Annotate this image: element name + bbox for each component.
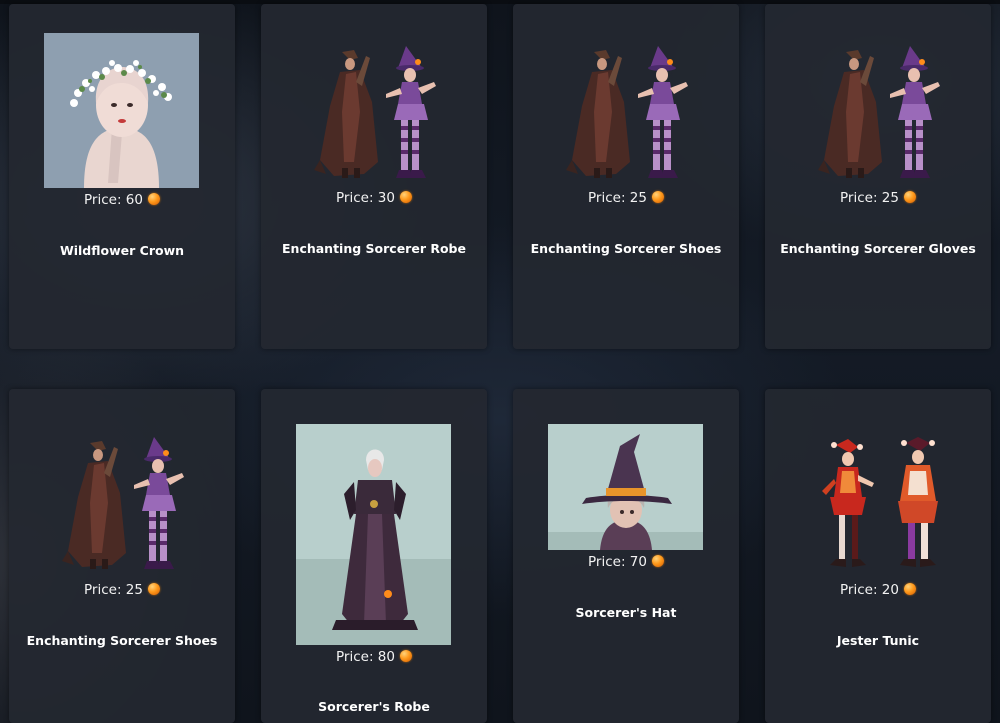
item-name: Sorcerer's Hat (575, 605, 677, 620)
item-price: Price: 25 (513, 189, 739, 207)
item-price: Price: 60 (9, 191, 235, 209)
item-card-enchanting-sorcerer-shoes[interactable]: Price: 25 Enchanting Sorcerer Shoes (9, 389, 235, 723)
item-price: Price: 80 (261, 648, 487, 666)
item-name: Jester Tunic (836, 633, 920, 648)
item-price: Price: 70 (513, 553, 739, 571)
item-price: Price: 30 (261, 189, 487, 207)
orange-orb-coin-icon (903, 191, 916, 203)
wildflower-crown-portrait-image (44, 33, 199, 188)
item-card-sorcerers-hat[interactable]: Price: 70 Sorcerer's Hat (513, 389, 739, 723)
sorcerer-robe-figure-image (296, 424, 451, 645)
item-card-enchanting-sorcerer-shoes[interactable]: Price: 25 Enchanting Sorcerer Shoes (513, 4, 739, 349)
item-card-wildflower-crown[interactable]: Price: 60 Wildflower Crown (9, 4, 235, 349)
item-card-enchanting-sorcerer-robe[interactable]: Price: 30 Enchanting Sorcerer Robe (261, 4, 487, 349)
item-name: Enchanting Sorcerer Shoes (26, 633, 218, 648)
item-name: Enchanting Sorcerer Gloves (780, 241, 976, 256)
orange-orb-coin-icon (651, 555, 664, 567)
item-name: Sorcerer's Robe (318, 699, 430, 714)
sorcerer-pair-figures-image (294, 42, 454, 184)
item-price: Price: 25 (9, 581, 235, 599)
orange-orb-coin-icon (651, 191, 664, 203)
item-price: Price: 20 (765, 581, 991, 599)
item-card-enchanting-sorcerer-gloves[interactable]: Price: 25 Enchanting Sorcerer Gloves (765, 4, 991, 349)
item-card-jester-tunic[interactable]: Price: 20 Jester Tunic (765, 389, 991, 723)
orange-orb-coin-icon (399, 650, 412, 662)
jester-pair-figures-image (798, 429, 958, 575)
item-name: Enchanting Sorcerer Robe (282, 241, 466, 256)
item-price: Price: 25 (765, 189, 991, 207)
item-card-sorcerers-robe[interactable]: Price: 80 Sorcerer's Robe (261, 389, 487, 723)
sorcerer-hat-portrait-image (548, 424, 703, 550)
sorcerer-pair-figures-image (798, 42, 958, 184)
item-name: Enchanting Sorcerer Shoes (530, 241, 722, 256)
sorcerer-pair-figures-image (42, 433, 202, 575)
orange-orb-coin-icon (903, 583, 916, 595)
orange-orb-coin-icon (147, 193, 160, 205)
sorcerer-pair-figures-image (546, 42, 706, 184)
orange-orb-coin-icon (399, 191, 412, 203)
item-name: Wildflower Crown (59, 243, 185, 258)
orange-orb-coin-icon (147, 583, 160, 595)
